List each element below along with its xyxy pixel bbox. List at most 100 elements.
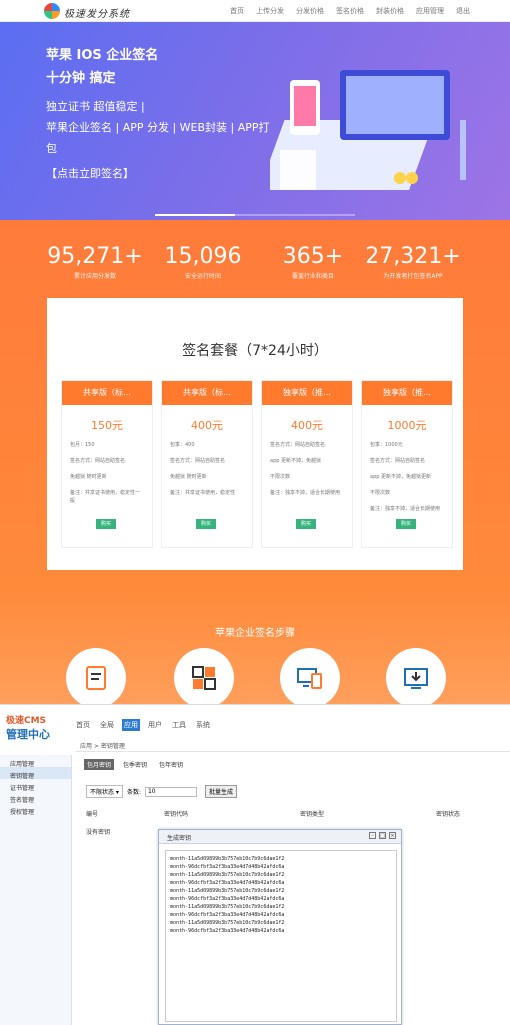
tab-quarterly-keys[interactable]: 包季密钥 [120,759,150,770]
col-key-code: 密钥代码 [164,811,189,818]
col-id: 编号 [86,811,99,818]
plan-card: 共享版（标… 400元 包季：400 签名方式：网站自助签名 免越狱 随时更新 … [161,380,253,548]
plan-detail: 备注：独享不掉，适合长期使用 [270,490,341,496]
hero-feature-2: 苹果企业签名 | APP 分发 | WEB封装 | APP打 [46,121,270,134]
document-icon [83,665,109,691]
plan-detail: 不限次数 [270,474,291,480]
buy-button[interactable]: 购买 [96,519,116,529]
count-input[interactable] [144,786,197,797]
divider [76,751,510,752]
nav-link-upload[interactable]: 上传分发 [256,6,284,16]
sidebar-item-apps[interactable]: 应用管理 [0,755,71,768]
dialog-controls: – □ × [369,832,396,839]
plan-price: 1000元 [387,419,427,432]
tab-monthly-keys[interactable]: 包月密钥 [84,759,115,770]
tab-apps[interactable]: 应用 [122,719,140,731]
nav-link-dist-price[interactable]: 分发价格 [296,6,324,16]
plan-detail: 不限次数 [370,490,391,496]
buy-button[interactable]: 购买 [196,519,216,529]
step-circle [174,648,234,708]
filter-bar: 不限状态 ▾ 条数: 批量生成 [86,785,237,798]
devices-icon [297,665,323,691]
status-select[interactable]: 不限状态 ▾ [86,785,123,798]
brand-name: 极速发分系统 [64,9,130,20]
plans-title: 签名套餐（7*24小时） [182,343,328,359]
plan-card: 独享版（推… 400元 签名方式：网站自助签名 app 更新不掉，免越狱 不限次… [261,380,353,548]
stat-apps-signed: 27,321+ 为开发者打包签名APP [365,244,461,280]
stat-distributions: 95,271+ 累计应用分发数 [47,244,143,280]
close-icon[interactable]: × [389,832,396,839]
plan-card: 独享版（推… 1000元 包季：1000元 签名方式：网站自助签名 app 更新… [361,380,453,548]
plan-price: 400元 [291,419,323,432]
key-subtabs: 包月密钥 包季密钥 包年密钥 [84,759,186,770]
nav-links: 首页 上传分发 分发价格 签名价格 封装价格 应用管理 退出 [230,6,470,16]
dialog-title: 生成密钥 [167,835,192,842]
hero-title: 苹果 IOS 企业签名 [46,48,159,63]
admin-panel: 极速CMS 管理中心 首页 全局 应用 用户 工具 系统 应用管理 密钥管理 证… [0,704,510,1025]
cms-logo-bottom: 管理中心 [6,728,50,741]
tab-home[interactable]: 首页 [74,719,92,731]
step-circle [66,648,126,708]
tab-tools[interactable]: 工具 [170,719,188,731]
hero-feature-1: 独立证书 超值稳定 | [46,100,145,113]
cms-logo: 极速CMS 管理中心 [6,713,50,742]
sidebar-item-keys[interactable]: 密钥管理 [0,767,71,780]
plan-card: 共享版（标… 150元 包月：150 签名方式：网站自助签名 免越狱 随时更新 … [61,380,153,548]
tab-global[interactable]: 全局 [98,719,116,731]
nav-link-wrap-price[interactable]: 封装价格 [376,6,404,16]
plan-detail: 免越狱 随时更新 [70,474,107,480]
minimize-icon[interactable]: – [369,832,376,839]
plan-price: 400元 [191,419,223,432]
nav-link-logout[interactable]: 退出 [456,6,470,16]
plan-detail: 签名方式：网站自助签名 [270,442,326,448]
admin-sidebar: 应用管理 密钥管理 证书管理 签名管理 授权管理 [0,755,72,1025]
col-key-type: 密钥类型 [300,811,325,818]
plan-detail: 包季：400 [170,442,195,448]
plan-detail: 免越狱 随时更新 [170,474,207,480]
admin-tabs: 首页 全局 应用 用户 工具 系统 [74,719,212,731]
apps-grid-icon [191,665,217,691]
plan-detail: 备注：共享证书使用，稳定性一般 [70,490,141,504]
sidebar-item-license[interactable]: 授权管理 [0,803,71,816]
buy-button[interactable]: 购买 [296,519,316,529]
generate-button[interactable]: 批量生成 [204,785,237,798]
plan-detail: 签名方式：网站自助签名 [370,458,426,464]
buy-button[interactable]: 购买 [396,519,416,529]
stat-industries: 365+ 覆盖行业和类目 [282,244,344,280]
col-key-status: 密钥状态 [436,811,461,818]
hero-cta-link[interactable]: 【点击立即签名】 [46,165,134,181]
plan-detail: 包月：150 [70,442,95,448]
dialog-header: 生成密钥 – □ × [159,830,401,844]
hero-subtitle: 十分钟 搞定 [46,71,116,86]
sidebar-item-signing[interactable]: 签名管理 [0,791,71,804]
generate-keys-dialog: 生成密钥 – □ × month-11a5d09899b3b757eb10c7b… [158,829,402,1025]
nav-link-sign-price[interactable]: 签名价格 [336,6,364,16]
plan-header: 独享版（推… [262,381,352,405]
logo-icon[interactable] [44,3,60,19]
plan-detail: app 更新不掉，免越狱 [270,458,322,464]
plan-detail: 备注：独享不掉，适合长期使用 [370,506,441,512]
count-label: 条数: [126,789,141,796]
hero-feature-3: 包 [46,142,57,155]
step-circle [280,648,340,708]
sidebar-item-certs[interactable]: 证书管理 [0,779,71,792]
stats-section: 95,271+ 累计应用分发数 15,096 安全运行时间 365+ 覆盖行业和类目 … [0,220,510,590]
steps-section: 苹果企业签名步骤 [0,590,510,708]
maximize-icon[interactable]: □ [379,832,386,839]
nav-link-app-manage[interactable]: 应用管理 [416,6,444,16]
laptop-illustration [270,70,466,190]
tab-yearly-keys[interactable]: 包年密钥 [156,759,186,770]
plan-detail: 包季：1000元 [370,442,403,448]
stat-uptime: 15,096 安全运行时间 [164,244,242,280]
plan-detail: app 更新不掉，免越狱更新 [370,474,432,480]
plan-detail: 签名方式：网站自助签名 [170,458,226,464]
plan-price: 150元 [91,419,123,432]
tab-users[interactable]: 用户 [146,719,164,731]
plan-detail: 备注：共享证书使用，稳定性 [170,490,236,496]
plans-panel: 签名套餐（7*24小时） 共享版（标… 150元 包月：150 签名方式：网站自… [47,298,463,570]
carousel-progress[interactable] [155,214,355,216]
nav-link-home[interactable]: 首页 [230,6,244,16]
tab-system[interactable]: 系统 [194,719,212,731]
keys-textarea[interactable]: month-11a5d09899b3b757eb10c7b9c6dae1f2 m… [165,850,397,1022]
steps-title: 苹果企业签名步骤 [215,628,295,639]
